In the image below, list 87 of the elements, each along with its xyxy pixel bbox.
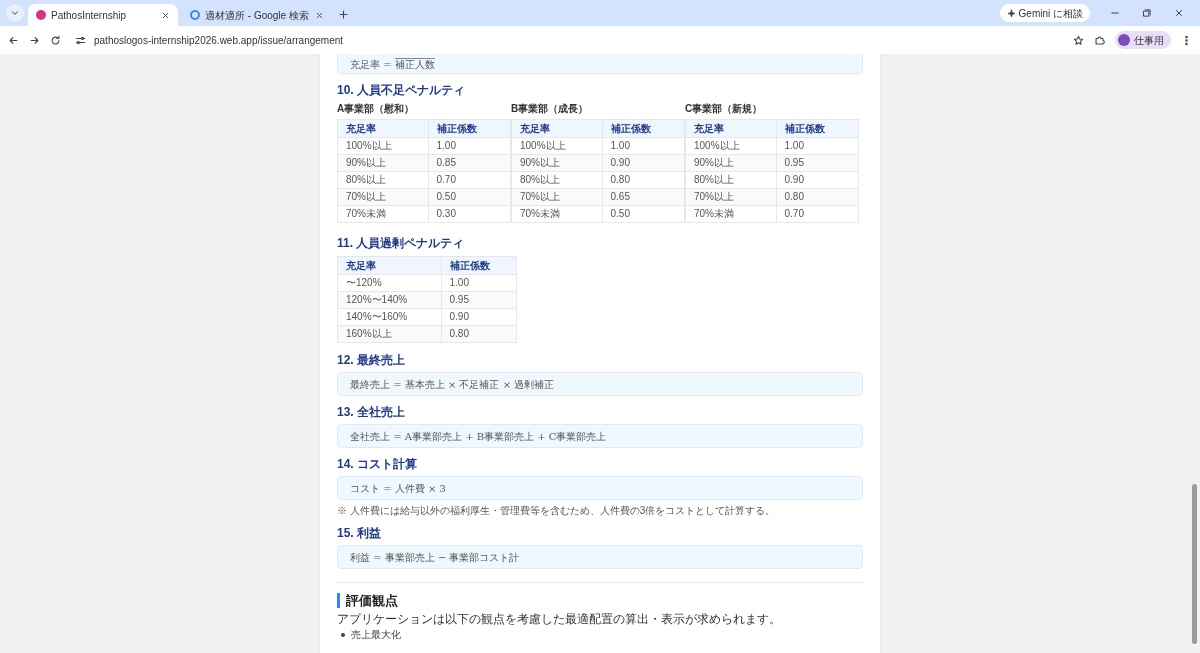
- note-text: ※ 人件費には給与以外の福利厚生・管理費等を含むため、人件費の3倍をコストとして計算する。: [337, 505, 776, 517]
- formula-text: 充足率 =: [350, 59, 392, 71]
- restore-icon[interactable]: [1142, 8, 1152, 18]
- table-cell: 0.85: [428, 154, 511, 172]
- table-cell: 80%以上: [685, 171, 777, 189]
- table-cell: 100%以上: [685, 137, 777, 155]
- close-icon[interactable]: [315, 10, 324, 20]
- table-cell: 1.00: [776, 137, 859, 155]
- table-cell: 1.00: [428, 137, 511, 155]
- formula-box: コスト = 人件費 × 3: [337, 476, 863, 500]
- gemini-button[interactable]: Gemini に相談: [999, 4, 1090, 22]
- accent-bar: [337, 593, 340, 608]
- section-heading: 10. 人員不足ペナルティ: [337, 83, 466, 98]
- table-cell: 120%〜140%: [337, 291, 441, 309]
- section-heading: 11. 人員過剰ペナルティ: [337, 236, 465, 251]
- new-tab-icon[interactable]: [338, 9, 349, 20]
- table-cell: 0.90: [441, 308, 517, 326]
- table-cell: 0.95: [776, 154, 859, 172]
- column-header: 充足率: [337, 119, 429, 138]
- column-header: 補正係数: [776, 119, 859, 138]
- table-cell: 140%〜160%: [337, 308, 441, 326]
- table-cell: 80%以上: [511, 171, 603, 189]
- table-cell: 0.70: [776, 205, 859, 223]
- column-header: 充足率: [685, 119, 777, 138]
- table-cell: 0.30: [428, 205, 511, 223]
- site-icon: [36, 10, 46, 20]
- column-header: 補正係数: [428, 119, 511, 138]
- table-cell: 0.90: [776, 171, 859, 189]
- table-cell: 0.80: [441, 325, 517, 343]
- table-cell: 90%以上: [511, 154, 603, 172]
- table-cell: 〜120%: [337, 274, 441, 292]
- table-title: B事業部（成長）: [511, 103, 589, 115]
- section-heading: 13. 全社売上: [337, 405, 405, 420]
- table-cell: 0.95: [441, 291, 517, 309]
- table-cell: 0.70: [428, 171, 511, 189]
- formula-box: 全社売上 = A事業部売上 + B事業部売上 + C事業部売上: [337, 424, 863, 448]
- caret-icon: [10, 8, 20, 18]
- back-icon[interactable]: [8, 34, 19, 46]
- table-cell: 80%以上: [337, 171, 429, 189]
- close-icon[interactable]: [1174, 8, 1184, 18]
- list-item: 売上最大化: [351, 629, 401, 641]
- table-cell: 0.80: [776, 188, 859, 206]
- table-cell: 70%以上: [337, 188, 429, 206]
- reload-icon[interactable]: [50, 34, 61, 46]
- table-cell: 1.00: [441, 274, 517, 292]
- table-cell: 70%未満: [337, 205, 429, 223]
- column-header: 補正係数: [602, 119, 685, 138]
- section-heading: 12. 最終売上: [337, 353, 405, 368]
- table-cell: 0.65: [602, 188, 685, 206]
- site-settings-icon[interactable]: [75, 34, 86, 46]
- table-cell: 0.90: [602, 154, 685, 172]
- column-header: 充足率: [337, 256, 441, 275]
- table-cell: 70%以上: [685, 188, 777, 206]
- table-cell: 100%以上: [337, 137, 429, 155]
- formula-box: 利益 = 事業部売上 − 事業部コスト計: [337, 545, 863, 569]
- table-cell: 1.00: [602, 137, 685, 155]
- table-cell: 0.50: [602, 205, 685, 223]
- close-icon[interactable]: [161, 10, 170, 20]
- browser-tab[interactable]: 適材適所 - Google 検索: [182, 4, 332, 26]
- profile-button[interactable]: 仕事用: [1115, 31, 1171, 49]
- table-cell: 100%以上: [511, 137, 603, 155]
- table-cell: 160%以上: [337, 325, 441, 343]
- table-title: A事業部（慰和）: [337, 103, 415, 115]
- table-cell: 70%以上: [511, 188, 603, 206]
- table-cell: 0.50: [428, 188, 511, 206]
- scrollbar-thumb[interactable]: [1192, 484, 1197, 644]
- google-icon: [190, 10, 200, 20]
- column-header: 補正係数: [441, 256, 517, 275]
- avatar-icon: [1118, 34, 1130, 46]
- sparkle-icon: [1006, 8, 1016, 18]
- browser-tab[interactable]: PathosInternship: [28, 4, 178, 26]
- section-title: 評価観点: [346, 593, 398, 608]
- forward-icon[interactable]: [29, 34, 40, 46]
- formula-box: 最終売上 = 基本売上 × 不足補正 × 過剰補正: [337, 372, 863, 396]
- bullet-icon: [341, 633, 345, 637]
- table-cell: 70%未満: [511, 205, 603, 223]
- table-cell: 90%以上: [337, 154, 429, 172]
- table-cell: 70%未満: [685, 205, 777, 223]
- table-title: C事業部（新規）: [685, 103, 763, 115]
- star-icon[interactable]: [1073, 34, 1084, 46]
- formula-denominator: 補正人数: [394, 58, 435, 71]
- column-header: 充足率: [511, 119, 603, 138]
- table-cell: 0.80: [602, 171, 685, 189]
- section-heading: 14. コスト計算: [337, 457, 417, 472]
- table-cell: 90%以上: [685, 154, 777, 172]
- section-heading: 15. 利益: [337, 526, 381, 541]
- intro-text: アプリケーションは以下の観点を考慮した最適配置の算出・表示が求められます。: [337, 612, 781, 627]
